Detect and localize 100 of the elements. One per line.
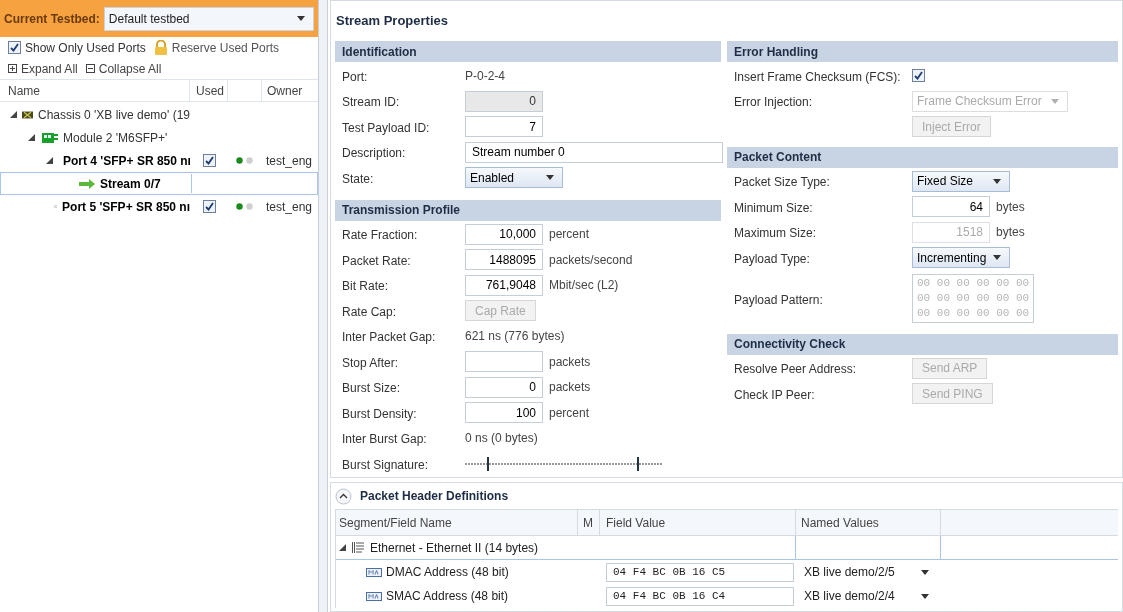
field-label: Inter Packet Gap: [342, 330, 436, 345]
tree-item[interactable]: Module 2 'M6SFP+' [63, 128, 168, 147]
dropdown[interactable]: Incrementing [912, 247, 1010, 269]
input-field[interactable]: 64 [912, 196, 990, 218]
field-label: Burst Size: [342, 381, 401, 396]
input-field[interactable] [465, 351, 543, 373]
owner-label: test_eng [265, 198, 313, 216]
expander-icon[interactable] [10, 111, 17, 118]
field-label: Payload Type: [734, 251, 810, 266]
input-field[interactable]: 0 [465, 90, 543, 112]
section-header: Error Handling [734, 43, 818, 61]
field-label: Error Injection: [734, 95, 813, 110]
caret-icon [993, 255, 1001, 261]
field-label: Burst Density: [342, 406, 417, 421]
field-name: SMAC Address (48 bit) [386, 588, 509, 605]
field-label: Insert Frame Checksum (FCS): [734, 69, 901, 84]
caret-icon [921, 593, 929, 599]
field-value-input[interactable]: 04 F4 BC 0B 16 C4 [606, 586, 794, 606]
caret-icon [297, 16, 305, 21]
named-value[interactable]: XB live demo/2/4 [804, 587, 895, 605]
field-name: DMAC Address (48 bit) [386, 564, 509, 581]
port-icon [53, 202, 58, 211]
field-label: Minimum Size: [734, 200, 813, 215]
unit-label: percent [549, 404, 590, 422]
tree-item[interactable]: Chassis 0 'XB live demo' (19 [38, 105, 190, 124]
unit-label: Mbit/sec (L2) [549, 277, 619, 295]
section-header: Identification [342, 43, 417, 61]
panel-title: Stream Properties [336, 12, 448, 31]
reserve-ports-button[interactable]: Reserve Used Ports [171, 38, 280, 57]
checkbox-label[interactable]: Show Only Used Ports [25, 38, 146, 57]
dropdown[interactable]: Enabled [465, 167, 563, 189]
unit-label: packets/second [549, 251, 633, 269]
minus-box-icon [85, 64, 95, 73]
column-header[interactable]: Owner [262, 81, 303, 100]
tree-item[interactable]: Port 5 'SFP+ SR 850 nı [62, 197, 190, 216]
section-title: Packet Header Definitions [360, 488, 509, 505]
field-label: State: [342, 171, 374, 186]
input-field[interactable]: 1488095 [465, 249, 543, 271]
caret-icon [921, 569, 929, 575]
status-dots-icon [236, 157, 254, 164]
checkbox[interactable] [202, 200, 216, 213]
column-header[interactable]: Field Value [600, 510, 796, 535]
collapse-icon[interactable] [335, 487, 352, 505]
section-header: Transmission Profile [342, 202, 461, 219]
input-field[interactable]: 100 [465, 402, 543, 424]
input-field[interactable]: 761,9048 [465, 274, 543, 296]
input-field[interactable]: 10,000 [465, 223, 543, 245]
mac-icon [366, 591, 382, 601]
field-label: Maximum Size: [734, 226, 816, 241]
arrow-icon [79, 178, 95, 189]
field-label: Inter Burst Gap: [342, 432, 427, 447]
expander-icon[interactable] [339, 544, 346, 551]
field-label: Stream ID: [342, 95, 400, 110]
checkbox[interactable] [8, 41, 21, 54]
input-field[interactable]: 0 [465, 376, 543, 398]
field-label: Rate Cap: [342, 304, 397, 319]
unit-label: packets [549, 353, 591, 371]
column-header[interactable]: M [578, 510, 600, 535]
section-header: Connectivity Check [734, 336, 846, 353]
field-label: Burst Signature: [342, 457, 429, 472]
field-label: Description: [342, 146, 406, 161]
column-header[interactable]: Name [0, 80, 190, 101]
testbed-dropdown[interactable]: Default testbed [103, 6, 314, 31]
testbed-label: Current Testbed: [4, 10, 100, 28]
field-label: Resolve Peer Address: [734, 362, 857, 377]
unit-label: packets [549, 379, 591, 397]
unit-label: percent [549, 226, 590, 244]
value-text: P-0-2-4 [465, 67, 505, 85]
input-field[interactable]: 7 [465, 116, 543, 138]
caret-icon [993, 178, 1001, 184]
input-field[interactable]: Stream number 0 [465, 141, 723, 163]
value-text: 0 ns (0 bytes) [465, 430, 538, 448]
mac-icon [366, 567, 382, 577]
field-label: Check IP Peer: [734, 387, 815, 402]
column-header[interactable]: Used [190, 80, 228, 101]
field-label: Packet Size Type: [734, 175, 830, 190]
unit-label: bytes [996, 224, 1025, 242]
list-icon [352, 542, 364, 553]
caret-icon [1051, 98, 1059, 104]
checkbox[interactable] [202, 154, 216, 167]
field-label: Rate Fraction: [342, 228, 418, 243]
tree-item[interactable]: Stream 0/7 [100, 174, 161, 193]
segment-name[interactable]: Ethernet - Ethernet II (14 bytes) [370, 538, 539, 557]
collapse-all-button[interactable]: Collapse All [98, 59, 162, 78]
column-header[interactable]: Segment/Field Name [336, 510, 578, 535]
field-label: Bit Rate: [342, 279, 389, 294]
unit-label: bytes [996, 198, 1025, 216]
expander-icon[interactable] [46, 157, 53, 164]
lock-icon [153, 40, 168, 55]
field-value-input[interactable]: 04 F4 BC 0B 16 C5 [606, 562, 794, 582]
checkbox[interactable] [912, 69, 925, 83]
named-value[interactable]: XB live demo/2/5 [804, 563, 895, 581]
module-icon [42, 132, 58, 143]
dropdown[interactable]: Fixed Size [912, 170, 1010, 192]
plus-box-icon [8, 64, 17, 73]
tree-item[interactable]: Port 4 'SFP+ SR 850 nı [63, 151, 191, 170]
expander-icon[interactable] [28, 134, 35, 141]
expand-all-button[interactable]: Expand All [21, 59, 78, 78]
column-header[interactable]: Named Values [796, 510, 941, 535]
chassis-icon [22, 109, 33, 120]
